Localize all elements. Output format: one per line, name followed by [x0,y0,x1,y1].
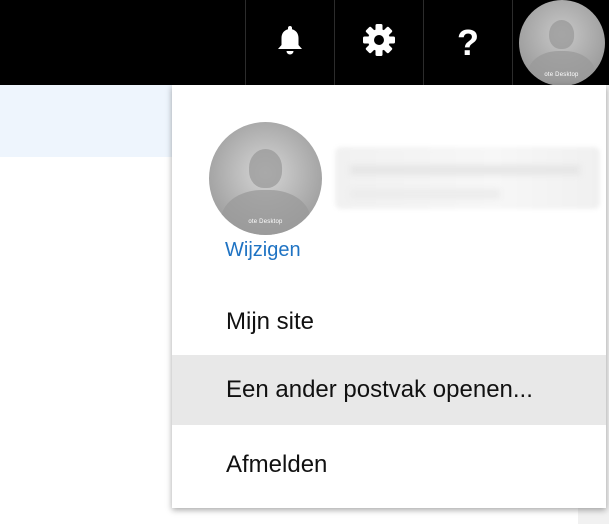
change-photo-link[interactable]: Wijzigen [225,239,301,262]
profile-silhouette-body [220,189,311,235]
profile-photo: ote Desktop [209,122,322,235]
help-button[interactable]: ? [423,0,512,85]
menu-item-my-site[interactable]: Mijn site [172,287,606,357]
settings-button[interactable] [334,0,423,85]
menu-item-sign-out[interactable]: Afmelden [172,430,606,500]
profile-silhouette-head [248,149,283,188]
avatar-silhouette-head [548,20,575,50]
avatar-caption: ote Desktop [544,71,579,78]
redacted-user-info [335,147,600,209]
notifications-button[interactable] [245,0,334,85]
redacted-name-line [350,165,580,175]
account-menu-dropdown: ote Desktop Wijzigen Mijn site Een ander… [172,85,606,508]
gear-icon [362,23,396,62]
menu-item-open-other-mailbox[interactable]: Een ander postvak openen... [172,355,606,425]
account-avatar-button[interactable]: ote Desktop [512,0,609,86]
help-icon: ? [457,21,479,63]
bell-icon [276,24,304,61]
avatar: ote Desktop [518,0,605,86]
top-navigation-bar: ? ote Desktop [0,0,609,86]
avatar-silhouette-body [527,51,596,86]
background-highlight-band [0,85,172,157]
profile-photo-caption: ote Desktop [248,218,283,225]
redacted-email-line [350,189,500,199]
